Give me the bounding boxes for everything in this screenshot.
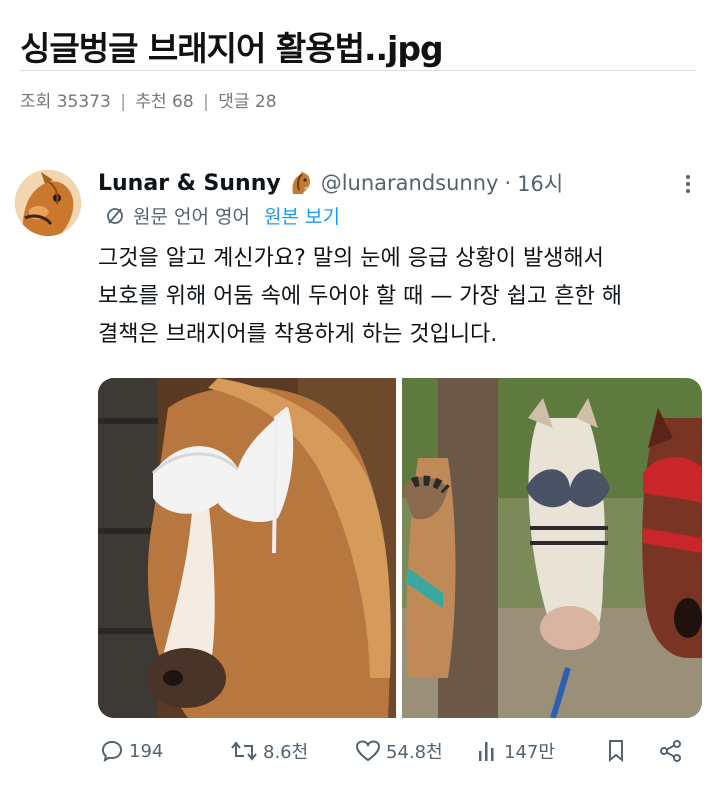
- translation-row: 원문 언어 영어 원본 보기: [105, 202, 340, 229]
- reply-count: 194: [129, 740, 164, 762]
- recommend-count: 68: [172, 92, 194, 112]
- share-icon: [660, 740, 681, 762]
- recommend-label: 추천: [135, 92, 167, 112]
- views-count-tweet: 147만: [504, 742, 555, 763]
- views-button[interactable]: 147만: [477, 735, 555, 767]
- post-meta: 조회 35373 | 추천 68 | 댓글 28: [20, 87, 277, 112]
- heart-icon: [355, 740, 381, 762]
- like-count: 54.8천: [386, 742, 443, 763]
- tweet-author-row: Lunar & Sunny @lunarandsunny · 16시: [98, 168, 563, 198]
- tweet-text-line: 결책은 브래지어를 착용하게 하는 것입니다.: [98, 322, 498, 347]
- horse-face-icon: [287, 170, 313, 196]
- horse-photo-left[interactable]: [98, 378, 396, 718]
- like-button[interactable]: 54.8천: [355, 735, 443, 767]
- horse-avatar-icon: [15, 170, 81, 236]
- views-label: 조회: [20, 92, 52, 112]
- more-options-icon[interactable]: [680, 172, 696, 196]
- meta-separator: |: [203, 92, 209, 112]
- reply-button[interactable]: 194: [100, 735, 163, 767]
- tweet-text: 그것을 알고 계신가요? 말의 눈에 응급 상황이 발생해서 보호를 위해 어둠…: [98, 240, 698, 354]
- bar-chart-icon: [479, 742, 494, 761]
- post-title: 싱글벙글 브래지어 활용법..jpg: [20, 29, 444, 68]
- horse-photo-right[interactable]: [402, 378, 702, 718]
- author-name[interactable]: Lunar & Sunny: [98, 171, 281, 196]
- translate-icon: [105, 206, 125, 226]
- show-original-link[interactable]: 원본 보기: [264, 202, 340, 229]
- time-dot: ·: [504, 171, 512, 195]
- author-handle[interactable]: @lunarandsunny: [321, 171, 499, 195]
- share-button[interactable]: [658, 735, 689, 767]
- tweet-text-line: 보호를 위해 어둠 속에 두어야 할 때 — 가장 쉽고 흔한 해: [98, 284, 622, 309]
- retweet-button[interactable]: 8.6천: [230, 735, 308, 767]
- reply-icon: [101, 740, 123, 762]
- retweet-icon: [231, 741, 257, 761]
- bookmark-icon: [609, 740, 623, 763]
- retweet-count: 8.6천: [263, 742, 309, 763]
- bookmark-button[interactable]: [606, 735, 631, 767]
- tweet-text-line: 그것을 알고 계신가요? 말의 눈에 응급 상황이 발생해서: [98, 246, 604, 271]
- translation-label: 원문 언어 영어: [133, 206, 250, 228]
- tweet-time[interactable]: 16시: [517, 168, 563, 198]
- comments-label: 댓글: [218, 92, 250, 112]
- tweet-media[interactable]: [98, 378, 702, 718]
- views-count: 35373: [56, 92, 111, 112]
- avatar[interactable]: [15, 170, 81, 236]
- tweet-actions: 194 8.6천 54.8천 147만: [100, 735, 698, 767]
- comments-count: 28: [254, 92, 277, 112]
- title-divider: [20, 70, 696, 71]
- meta-separator: |: [120, 92, 126, 112]
